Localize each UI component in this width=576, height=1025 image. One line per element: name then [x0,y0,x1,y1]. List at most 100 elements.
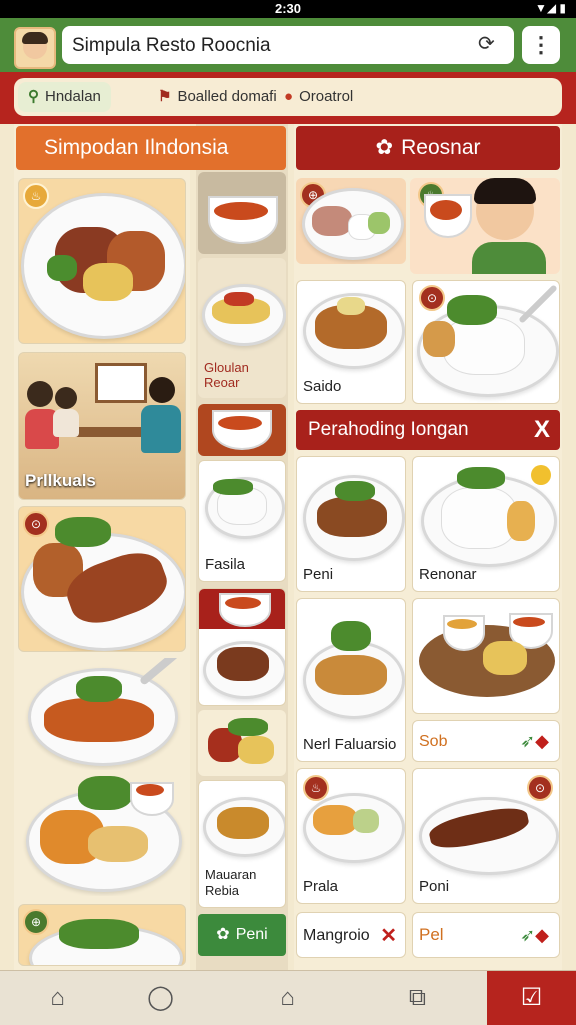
reload-icon[interactable]: ⟳ [478,33,500,55]
status-bar: 2:30 ▼◢ ▮ [0,0,576,18]
food-image [217,807,269,839]
rice-image [441,487,517,549]
fork-icon [138,658,180,686]
food-image [44,698,154,742]
food-image [224,292,254,306]
food-card[interactable]: Fasila [198,460,286,582]
flag-icon: ⚑ [158,88,172,105]
status-time: 2:30 [274,1,302,16]
food-card[interactable]: ♨ [18,178,186,344]
food-image [315,655,387,695]
food-image [78,776,132,810]
chat-icon[interactable]: ◯ [103,971,218,1025]
badge-icon: ⊙ [23,511,49,537]
food-card[interactable] [198,588,286,706]
leaf-icon: ➶◆ [520,731,549,751]
avatar[interactable] [14,27,56,69]
mangroio-chip[interactable]: Mangroio ✕ [296,912,406,958]
more-vert-icon[interactable]: ⋮ [522,26,560,64]
food-card[interactable]: Gloulan Reoar [198,258,286,398]
section-header-left: Simpodan Ilndonsia [16,126,286,170]
food-card[interactable]: ⊕ [18,904,186,966]
food-card[interactable]: ⊙ [18,506,186,652]
food-card[interactable]: Renonar [412,456,560,592]
pel-chip[interactable]: Pel ➶◆ [412,912,560,958]
food-card[interactable]: Nerl Faluarsio [296,598,406,762]
food-card-label: Mauaran Rebia [205,867,257,898]
food-card-label: Prala [303,878,339,895]
food-image [335,481,375,501]
food-image [447,295,497,325]
share-icon[interactable]: ⧉ [360,971,475,1025]
food-image [83,263,133,301]
section-header-right: ✿ Reosnar [296,126,560,170]
food-card[interactable] [412,598,560,714]
chef-hair [474,178,536,204]
badge-icon: ⊙ [527,775,553,801]
status-icons: ▼◢ ▮ [534,1,566,15]
peni-button[interactable]: ✿ Peni [198,914,286,956]
food-image [507,501,535,541]
tab-boalled[interactable]: ⚑ Boalled domafi [158,82,277,112]
food-card[interactable]: ♨ Prala [296,768,406,904]
food-card[interactable] [198,710,286,776]
food-card[interactable]: ⊙ [412,280,560,404]
close-icon[interactable]: X [534,410,550,450]
app-bar: Simpula Resto Roocnia ⟳ ⋮ [0,18,576,72]
tab-oroatrol[interactable]: ● Oroatrol [284,82,353,112]
photo-caption: Prllkuals [25,471,96,490]
tab-hndalan[interactable]: ⚲ Hndalan [18,82,111,112]
soup [218,416,262,430]
badge-icon: ♨ [23,183,49,209]
badge-icon: ⊙ [419,285,445,311]
person-body [141,405,181,453]
leaf-icon: ✿ [216,926,230,943]
sauce [513,617,545,627]
peni-button-label: Peni [235,926,268,943]
badge-icon: ⊕ [23,909,49,935]
tab-label: Boalled domafi [177,88,277,105]
cross-icon: ✕ [380,925,397,947]
house-outline-icon[interactable]: ⌂ [230,971,345,1025]
section-bar: Perahoding Iongan X [296,410,560,450]
badge-icon: ♨ [303,775,329,801]
food-card[interactable] [198,404,286,456]
food-image [423,321,455,357]
soup [214,202,268,220]
sauce [447,619,477,629]
food-card[interactable] [18,776,186,896]
food-card[interactable] [198,172,286,254]
food-image [368,212,390,234]
sun-icon [531,465,551,485]
restaurant-photo-card[interactable]: Prllkuals [18,352,186,500]
page-title: Simpula Resto Roocnia [72,35,271,56]
food-card[interactable]: ⊕ [296,178,406,264]
food-image [313,805,357,835]
sauce [136,784,164,796]
food-card[interactable]: Saido [296,280,406,404]
food-card[interactable]: Mauaran Rebia [198,780,286,908]
checkbox-icon[interactable]: ☑ [487,971,576,1025]
soup [225,597,261,609]
search-icon: ⚲ [28,88,39,105]
pin-icon: ● [284,88,294,105]
food-card-label: Gloulan Reoar [204,360,249,390]
address-bar[interactable]: Simpula Resto Roocnia ⟳ [62,26,514,64]
mangroio-label: Mangroio [303,927,370,944]
pel-label: Pel [419,925,444,944]
chef-shirt [472,242,546,274]
food-card[interactable] [18,658,186,770]
bottom-nav: ⌂ ◯ ⌂ ⧉ ☑ [0,970,576,1025]
section-bar-label: Perahoding Iongan [308,419,469,440]
food-card[interactable]: ⊙ Poni [412,768,560,904]
food-image [483,641,527,675]
food-image [217,647,269,681]
sob-chip[interactable]: Sob ➶◆ [412,720,560,762]
food-card[interactable]: Peni [296,456,406,592]
chef-card[interactable]: ♨ [410,178,560,274]
home-icon[interactable]: ⌂ [0,971,115,1025]
sob-label: Sob [419,733,448,750]
food-image [317,497,387,537]
food-card-label: Renonar [419,566,477,583]
food-card-label: Nerl Faluarsio [303,736,397,753]
